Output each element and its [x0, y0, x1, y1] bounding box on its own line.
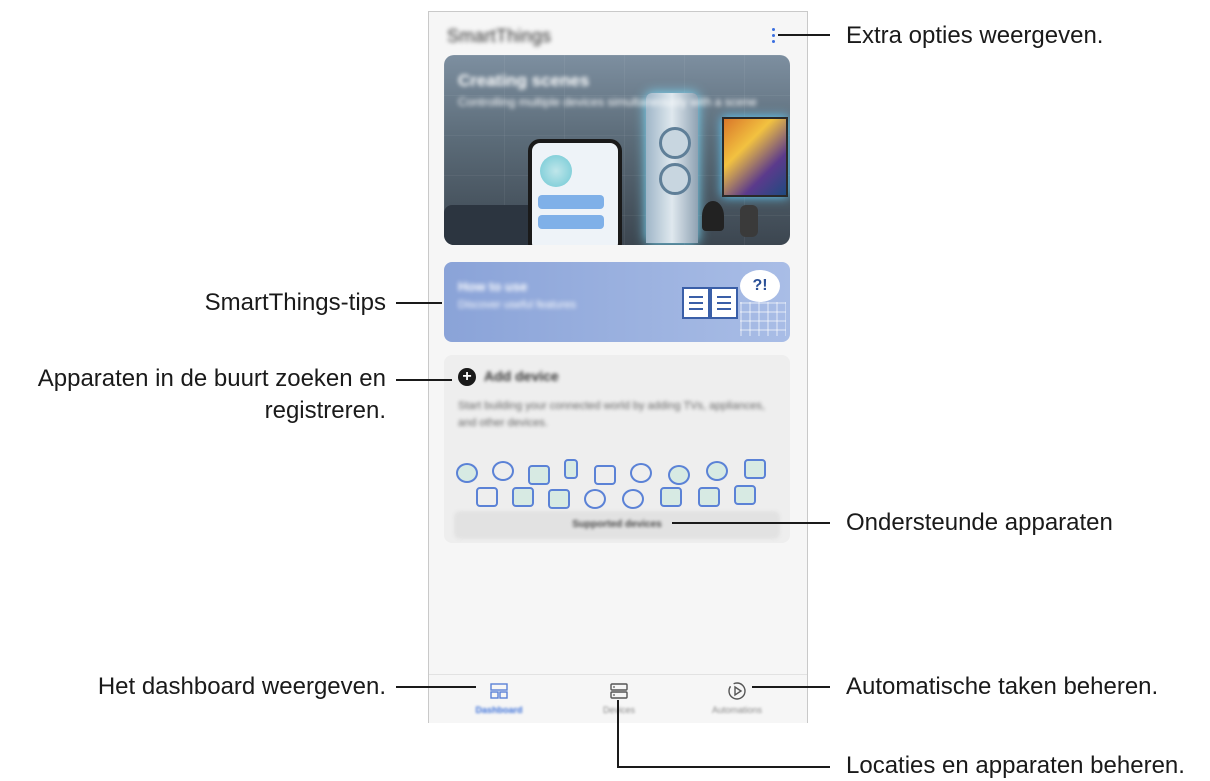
callout-dashboard: Het dashboard weergeven. — [97, 673, 386, 700]
callout-automations: Automatische taken beheren. — [846, 673, 1159, 700]
washer-device-icon — [528, 465, 550, 485]
callout-line-add — [396, 379, 452, 381]
tips-subtitle: Discover useful features — [458, 299, 576, 311]
add-device-plus-icon[interactable]: + — [458, 368, 476, 386]
tips-text: How to use Discover useful features — [458, 279, 576, 311]
phone-mockup-image — [528, 139, 622, 245]
tab-devices-label: Devices — [569, 705, 669, 715]
question-bubble-icon: ?! — [740, 270, 780, 302]
app-title: SmartThings — [447, 26, 552, 46]
callout-line-dashboard — [396, 686, 476, 688]
air-purifier-image — [646, 93, 698, 243]
add-device-title[interactable]: Add device — [484, 368, 559, 384]
tower-ring — [659, 127, 691, 159]
bulb-device-icon — [492, 461, 514, 481]
book-line — [689, 308, 703, 310]
devices-icon — [610, 683, 628, 699]
robot-device-icon — [668, 465, 690, 485]
camera-device-icon — [476, 487, 498, 507]
tips-card[interactable]: How to use Discover useful features ?! — [444, 262, 790, 342]
tips-title: How to use — [458, 279, 528, 294]
tab-automations[interactable]: Automations — [687, 675, 787, 723]
fridge-device-icon — [512, 487, 534, 507]
tab-devices[interactable]: Devices — [569, 675, 669, 723]
book-line — [717, 296, 731, 298]
callout-line-automations — [752, 686, 830, 688]
dryer-device-icon — [660, 487, 682, 507]
remote-device-icon — [564, 459, 578, 479]
callout-line-tips — [396, 302, 442, 304]
speaker-image — [702, 201, 724, 231]
callout-devices: Locaties en apparaten beheren. — [846, 752, 1185, 779]
more-vertical-icon — [772, 28, 775, 31]
banner-text: Creating scenes Controlling multiple dev… — [458, 71, 758, 110]
book-line — [689, 296, 703, 298]
callout-line-devices — [617, 766, 830, 768]
printer-device-icon — [548, 489, 570, 509]
plug-device-icon — [622, 489, 644, 509]
book-page — [710, 287, 738, 319]
book-line — [689, 302, 703, 304]
more-dot — [772, 40, 775, 43]
tv-device-icon — [594, 465, 616, 485]
banner-subtitle: Controlling multiple devices simultaneou… — [458, 95, 757, 109]
callout-line-devices-vertical — [617, 700, 619, 768]
tower-ring — [659, 163, 691, 195]
phone-mockup-circle — [540, 155, 572, 187]
tab-automations-label: Automations — [711, 705, 763, 715]
hub-device-icon — [706, 461, 728, 481]
device-icons-row — [454, 457, 784, 517]
sensor-device-icon — [734, 485, 756, 505]
add-device-description: Start building your connected world by a… — [458, 400, 765, 429]
add-device-card: + Add device Start building your connect… — [444, 355, 790, 543]
grid-decoration — [740, 302, 786, 336]
tab-dashboard-label: Dashboard — [475, 705, 523, 715]
dashboard-icon — [490, 683, 508, 699]
supported-devices-button[interactable]: Supported devices — [454, 511, 780, 539]
book-icon — [682, 287, 742, 321]
vase-image — [740, 205, 758, 237]
callout-more-options: Extra opties weergeven. — [846, 22, 1104, 49]
tv-artwork-image — [722, 117, 788, 197]
automations-icon — [728, 682, 746, 700]
book-line — [717, 302, 731, 304]
phone-mockup-tile — [538, 195, 604, 209]
phone-mockup-tile — [538, 215, 604, 229]
tab-dashboard[interactable]: Dashboard — [449, 675, 549, 723]
lens-device-icon — [584, 489, 606, 509]
more-dot — [772, 34, 775, 37]
callout-add-device-line1: Apparaten in de buurt zoeken en — [37, 365, 386, 392]
oven-device-icon — [744, 459, 766, 479]
callout-tips: SmartThings-tips — [204, 289, 386, 316]
callout-supported: Ondersteunde apparaten — [846, 509, 1113, 536]
book-line — [717, 308, 731, 310]
monitor-device-icon — [698, 487, 720, 507]
headphones-device-icon — [630, 463, 652, 483]
phone-screen: SmartThings Creating scenes Controlling … — [428, 11, 808, 723]
scenes-banner[interactable]: Creating scenes Controlling multiple dev… — [444, 55, 790, 245]
book-page — [682, 287, 710, 319]
callout-line-supported — [672, 522, 830, 524]
banner-title: Creating scenes — [458, 71, 590, 90]
speaker-device-icon — [456, 463, 478, 483]
callout-line-more — [778, 34, 830, 36]
callout-add-device-line2: registreren. — [264, 397, 386, 424]
